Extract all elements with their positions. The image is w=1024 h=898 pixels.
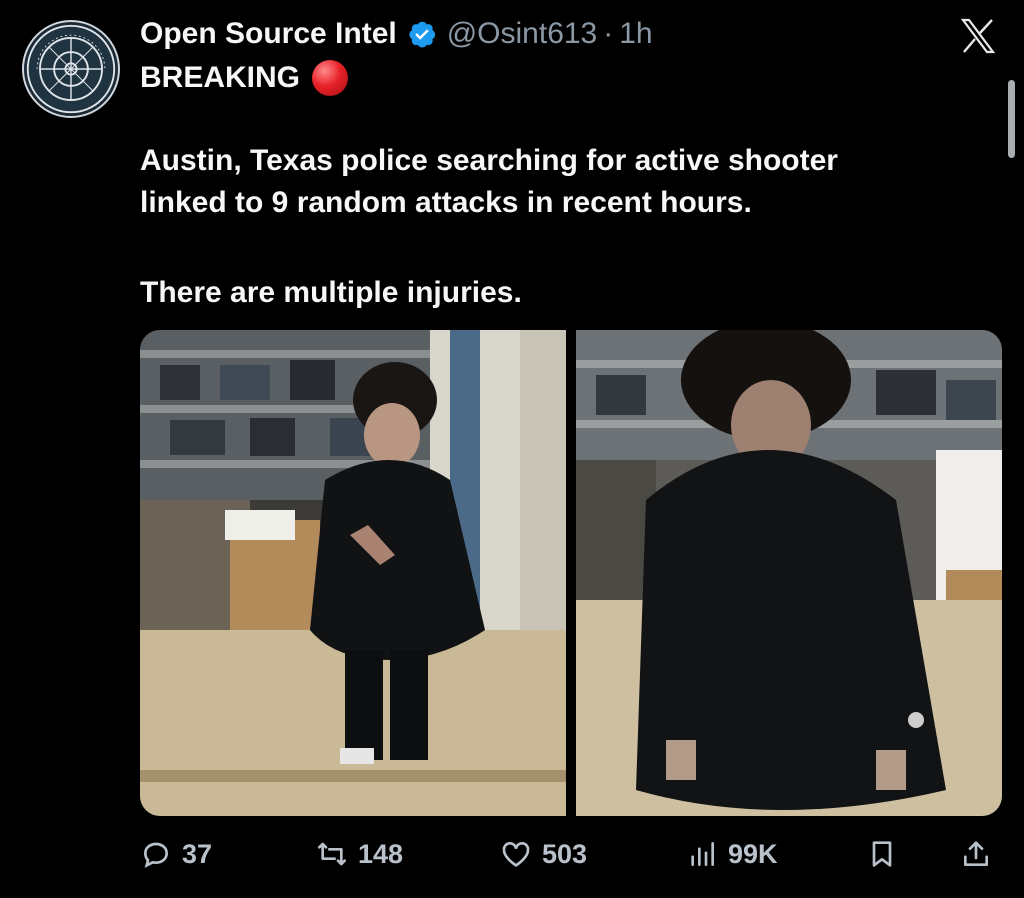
author-handle[interactable]: @Osint613 xyxy=(447,14,598,54)
surveillance-photo-2-icon xyxy=(576,330,1002,816)
tweet-header: Open Source Intel @Osint613 · 1h xyxy=(140,14,653,54)
tweet-timestamp[interactable]: 1h xyxy=(619,14,652,54)
reply-icon xyxy=(143,842,169,868)
media-photo-1[interactable] xyxy=(140,330,566,816)
views-icon xyxy=(691,842,714,866)
bookmark-button[interactable] xyxy=(866,834,898,874)
tweet-card: Open Source Intel @Osint613 · 1h BREAKIN… xyxy=(0,0,1024,898)
scrollbar-thumb[interactable] xyxy=(1008,80,1015,158)
tweet-body-paragraph-1: Austin, Texas police searching for activ… xyxy=(140,140,1000,224)
retweet-button[interactable]: 148 xyxy=(316,834,403,874)
tweet-body-line: Austin, Texas police searching for activ… xyxy=(140,144,838,177)
reply-button[interactable]: 37 xyxy=(140,834,212,874)
like-icon xyxy=(502,842,530,867)
share-icon xyxy=(964,841,988,866)
view-count: 99K xyxy=(728,838,778,869)
views-button[interactable]: 99K xyxy=(686,834,778,874)
tweet-body-line: There are multiple injuries. xyxy=(140,276,522,309)
retweet-icon xyxy=(318,842,346,866)
verified-badge-icon xyxy=(407,19,437,49)
surveillance-photo-1-icon xyxy=(140,330,566,816)
bookmark-icon xyxy=(872,841,892,867)
headline-text: BREAKING xyxy=(140,61,301,94)
tweet-media-grid xyxy=(140,330,1002,816)
author-display-name[interactable]: Open Source Intel xyxy=(140,14,397,54)
like-count: 503 xyxy=(542,838,588,869)
share-button[interactable] xyxy=(960,834,992,874)
tweet-headline: BREAKING xyxy=(140,58,349,98)
osint-seal-logo-icon xyxy=(26,24,116,114)
author-avatar[interactable] xyxy=(22,20,120,118)
media-photo-2[interactable] xyxy=(576,330,1002,816)
retweet-count: 148 xyxy=(358,838,404,869)
header-separator: · xyxy=(603,17,614,50)
reply-count: 37 xyxy=(182,838,213,869)
tweet-action-bar: 37 148 503 99K xyxy=(140,834,1002,874)
like-button[interactable]: 503 xyxy=(500,834,587,874)
x-logo-icon xyxy=(958,16,998,56)
tweet-body-paragraph-2: There are multiple injuries. xyxy=(140,272,1000,314)
red-circle-emoji-icon xyxy=(312,60,349,96)
tweet-body-line: linked to 9 random attacks in recent hou… xyxy=(140,186,752,219)
